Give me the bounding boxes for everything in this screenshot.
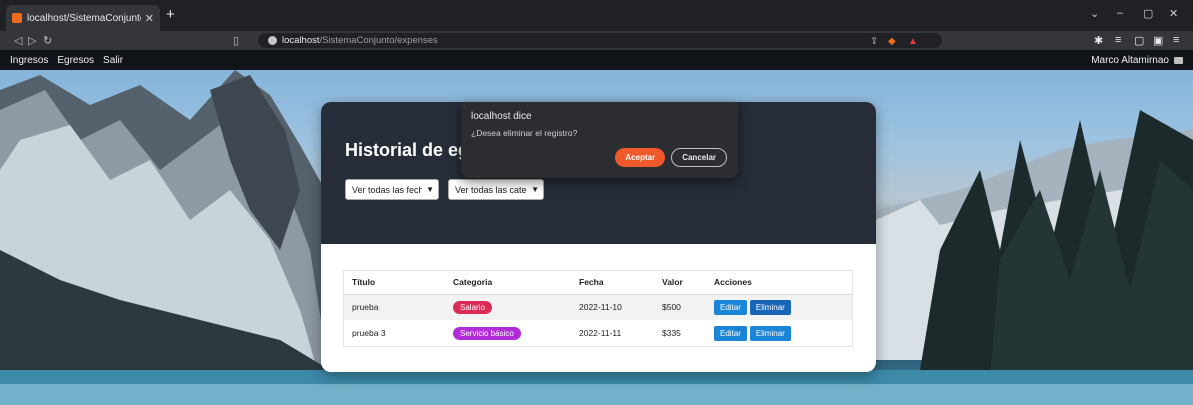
address-bar[interactable]: localhost/SistemaConjunto/expenses ⇪ ◆ ▲ <box>258 33 942 48</box>
cell-date: 2022-11-11 <box>579 328 622 338</box>
cell-value: $500 <box>654 294 706 320</box>
restore-icon[interactable]: ▢ <box>1143 7 1153 20</box>
close-window-icon[interactable]: ✕ <box>1169 7 1178 20</box>
tab-search-icon[interactable]: ⌄ <box>1090 7 1099 20</box>
cell-actions: Editar Eliminar <box>706 294 852 320</box>
nav-item-salir[interactable]: Salir <box>103 55 123 66</box>
browser-tab[interactable]: localhost/SistemaConjunto/expe ✕ <box>6 5 160 31</box>
chevron-down-icon: ▼ <box>426 185 434 194</box>
col-fecha: Fecha <box>571 271 654 295</box>
table-header-row: Título Categoria Fecha Valor Acciones <box>344 271 852 295</box>
page-viewport: Ingresos Egresos Salir Marco Altamirnao … <box>0 50 1193 405</box>
extensions-icon[interactable]: ✱ <box>1094 34 1103 47</box>
confirm-dialog: localhost dice ¿Desea eliminar el regist… <box>461 102 738 178</box>
brave-shield-icon[interactable]: ◆ <box>888 36 896 47</box>
url-path: /SistemaConjunto/expenses <box>319 35 438 46</box>
edit-button[interactable]: Editar <box>714 299 747 315</box>
category-filter-select[interactable]: Ver todas las categ ▼ <box>448 179 544 200</box>
url-host: localhost <box>282 35 320 46</box>
chevron-down-icon: ▼ <box>531 185 539 194</box>
tab-close-icon[interactable]: ✕ <box>145 12 154 25</box>
delete-button[interactable]: Eliminar <box>749 325 791 341</box>
cell-actions: Editar Eliminar <box>706 320 852 346</box>
rewards-icon[interactable]: ▲ <box>908 36 918 47</box>
browser-tabbar: localhost/SistemaConjunto/expe ✕ + ⌄ – ▢… <box>0 0 1193 31</box>
edit-button[interactable]: Editar <box>714 325 747 341</box>
cell-category: Salario <box>445 294 571 320</box>
user-name: Marco Altamirnao <box>1091 54 1169 66</box>
cell-date: 2022-11-10 <box>571 294 654 320</box>
dialog-title: localhost dice <box>471 111 532 122</box>
dialog-buttons: Aceptar Cancelar <box>609 148 727 167</box>
date-filter-value: Ver todas las fechas <box>352 184 422 195</box>
back-icon[interactable]: ◁ <box>14 34 22 47</box>
cell-title: prueba <box>344 294 445 320</box>
forward-icon[interactable]: ▷ <box>28 34 36 47</box>
category-filter-value: Ver todas las categ <box>455 184 528 195</box>
sidebar-icon[interactable]: ▢ <box>1134 34 1144 47</box>
site-info-icon[interactable] <box>268 36 277 45</box>
category-badge: Servicio básico <box>453 326 521 340</box>
cell-title: prueba 3 <box>352 328 386 338</box>
bookmark-icon[interactable]: ▯ <box>233 34 239 47</box>
share-icon[interactable]: ⇪ <box>870 36 878 47</box>
user-icon <box>1174 56 1183 64</box>
minimize-icon[interactable]: – <box>1117 7 1123 19</box>
expenses-table: Título Categoria Fecha Valor Acciones pr… <box>343 270 853 347</box>
col-valor: Valor <box>654 271 706 295</box>
wallet-icon[interactable]: ▣ <box>1153 34 1163 47</box>
favicon-icon <box>12 13 22 23</box>
new-tab-icon[interactable]: + <box>166 6 175 23</box>
date-filter-select[interactable]: Ver todas las fechas ▼ <box>345 179 439 200</box>
col-categoria: Categoria <box>445 271 571 295</box>
col-acciones: Acciones <box>706 271 852 295</box>
dialog-message: ¿Desea eliminar el registro? <box>471 128 578 138</box>
browser-toolbar: ◁ ▷ ↻ ▯ localhost/SistemaConjunto/expens… <box>0 31 1193 50</box>
app-navbar: Ingresos Egresos Salir Marco Altamirnao <box>0 50 1193 70</box>
reading-list-icon[interactable]: ≡ <box>1115 34 1121 46</box>
user-menu[interactable]: Marco Altamirnao <box>1091 55 1183 66</box>
menu-icon[interactable]: ≡ <box>1173 34 1179 46</box>
cancel-button[interactable]: Cancelar <box>671 148 727 167</box>
delete-button[interactable]: Eliminar <box>749 299 791 315</box>
col-titulo: Título <box>344 271 445 295</box>
table-row: prueba Salario 2022-11-10 $500 Editar Eli… <box>344 294 852 320</box>
cell-category: Servicio básico <box>445 320 571 346</box>
cell-value: $335 <box>662 328 681 338</box>
nav-item-ingresos[interactable]: Ingresos <box>10 55 48 66</box>
tab-title: localhost/SistemaConjunto/expe <box>27 12 141 24</box>
category-badge: Salario <box>453 300 492 314</box>
reload-icon[interactable]: ↻ <box>43 34 52 47</box>
nav-item-egresos[interactable]: Egresos <box>57 55 94 66</box>
accept-button[interactable]: Aceptar <box>615 148 666 167</box>
table-row: prueba 3 Servicio básico 2022-11-11 $335… <box>344 320 852 346</box>
filters: Ver todas las fechas ▼ Ver todas las cat… <box>345 179 876 200</box>
